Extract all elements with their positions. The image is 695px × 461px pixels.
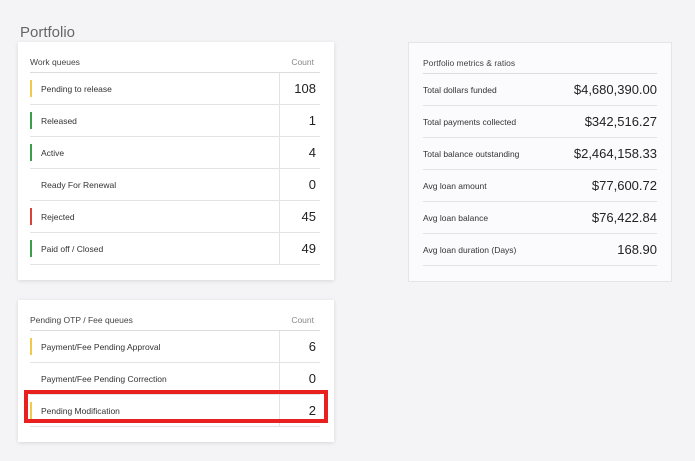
- queue-count: 1: [279, 105, 320, 136]
- work-queues-header: Work queues Count: [30, 52, 320, 73]
- queue-count: 4: [279, 137, 320, 168]
- metric-row: Total balance outstanding $2,464,158.33: [423, 138, 657, 170]
- metric-label: Avg loan duration (Days): [423, 244, 517, 255]
- work-queues-table: Work queues Count Pending to release 108 R…: [30, 52, 320, 265]
- metric-label: Total dollars funded: [423, 84, 497, 95]
- status-indicator-bar: [30, 240, 32, 257]
- count-column-header: Count: [291, 57, 314, 67]
- queue-label-cell: Rejected: [30, 201, 279, 232]
- queue-count: 0: [279, 169, 320, 200]
- metric-label: Avg loan balance: [423, 212, 489, 223]
- status-indicator-bar: [30, 112, 32, 129]
- queue-label-cell: Pending to release: [30, 73, 279, 104]
- queue-label: Paid off / Closed: [41, 243, 104, 254]
- queue-label: Payment/Fee Pending Correction: [41, 373, 167, 384]
- queue-label-cell: Released: [30, 105, 279, 136]
- queue-row[interactable]: Paid off / Closed 49: [30, 233, 320, 265]
- metric-label: Total payments collected: [423, 116, 517, 127]
- status-indicator-bar: [30, 208, 32, 225]
- queue-label-cell: Active: [30, 137, 279, 168]
- queue-row[interactable]: Released 1: [30, 105, 320, 137]
- portfolio-metrics-card: Portfolio metrics & ratios Total dollars…: [408, 42, 672, 282]
- queue-label: Released: [41, 115, 77, 126]
- metric-value: $77,600.72: [591, 178, 657, 193]
- metric-label: Total balance outstanding: [423, 148, 520, 159]
- status-indicator-bar: [30, 370, 32, 387]
- otp-fee-queues-title: Pending OTP / Fee queues: [30, 315, 133, 325]
- queue-row[interactable]: Active 4: [30, 137, 320, 169]
- metric-row: Avg loan duration (Days) 168.90: [423, 234, 657, 266]
- queue-count: 45: [279, 201, 320, 232]
- highlight-box: [24, 390, 328, 423]
- work-queues-title: Work queues: [30, 57, 80, 67]
- queue-row[interactable]: Ready For Renewal 0: [30, 169, 320, 201]
- queue-label-cell: Paid off / Closed: [30, 233, 279, 264]
- portfolio-metrics-table: Portfolio metrics & ratios Total dollars…: [423, 53, 657, 266]
- metric-value: $342,516.27: [584, 114, 657, 129]
- queue-label: Ready For Renewal: [41, 179, 117, 190]
- portfolio-metrics-header: Portfolio metrics & ratios: [423, 53, 657, 74]
- page-title: Portfolio: [20, 24, 76, 42]
- metric-row: Avg loan balance $76,422.84: [423, 202, 657, 234]
- metric-row: Total payments collected $342,516.27: [423, 106, 657, 138]
- queue-label: Pending to release: [41, 83, 112, 94]
- queue-count: 6: [279, 331, 320, 362]
- metric-row: Total dollars funded $4,680,390.00: [423, 74, 657, 106]
- work-queues-card: Work queues Count Pending to release 108 R…: [18, 42, 334, 280]
- status-indicator-bar: [30, 176, 32, 193]
- queue-count: 49: [279, 233, 320, 264]
- status-indicator-bar: [30, 80, 32, 97]
- queue-row[interactable]: Rejected 45: [30, 201, 320, 233]
- metric-value: $2,464,158.33: [573, 146, 657, 161]
- queue-label-cell: Ready For Renewal: [30, 169, 279, 200]
- metric-value: $76,422.84: [591, 210, 657, 225]
- status-indicator-bar: [30, 144, 32, 161]
- metric-label: Avg loan amount: [423, 180, 487, 191]
- queue-count: 108: [279, 73, 320, 104]
- queue-row[interactable]: Pending to release 108: [30, 73, 320, 105]
- queue-row[interactable]: Payment/Fee Pending Approval 6: [30, 331, 320, 363]
- count-column-header: Count: [291, 315, 314, 325]
- metric-value: $4,680,390.00: [573, 82, 657, 97]
- queue-label: Active: [41, 147, 65, 158]
- otp-fee-queues-header: Pending OTP / Fee queues Count: [30, 310, 320, 331]
- queue-label: Rejected: [41, 211, 75, 222]
- metric-row: Avg loan amount $77,600.72: [423, 170, 657, 202]
- status-indicator-bar: [30, 338, 32, 355]
- metric-value: 168.90: [617, 242, 657, 257]
- queue-label: Payment/Fee Pending Approval: [41, 341, 161, 352]
- queue-label-cell: Payment/Fee Pending Approval: [30, 331, 279, 362]
